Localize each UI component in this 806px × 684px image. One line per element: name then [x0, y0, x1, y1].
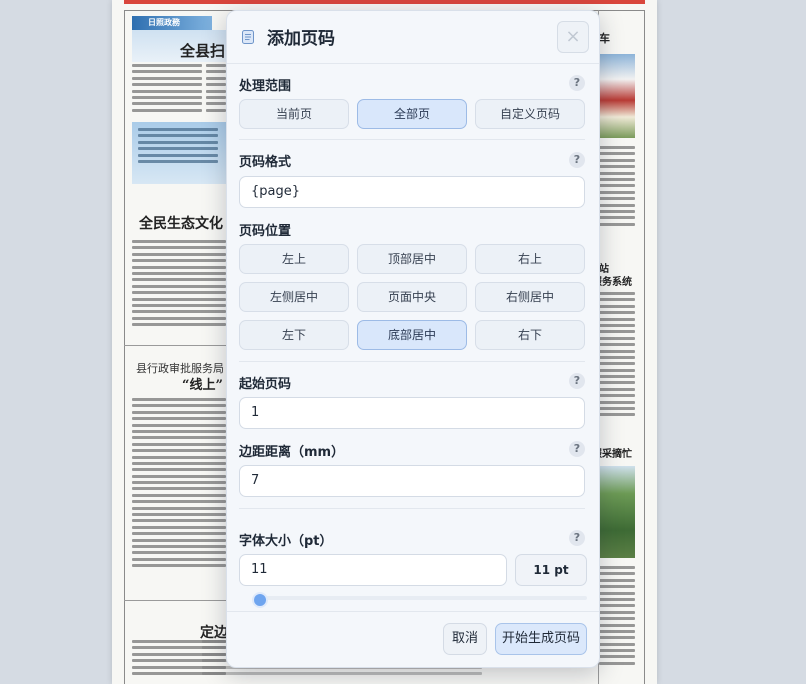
dialog-header: 添加页码 × [227, 11, 599, 64]
position-top-right[interactable]: 右上 [475, 244, 585, 274]
close-icon: × [565, 26, 581, 47]
article-text-6 [599, 146, 635, 229]
scope-option-custom-pages[interactable]: 自定义页码 [475, 99, 585, 129]
font-size-input[interactable]: 11 [239, 554, 507, 586]
bus-photo [599, 54, 635, 138]
close-button[interactable]: × [557, 21, 589, 53]
headline-3: 定边 [200, 625, 228, 641]
article-text-7 [599, 292, 635, 420]
feature-title-line-2: “线上” [182, 378, 223, 393]
margin-help-icon[interactable]: ? [569, 441, 585, 457]
position-bottom-right[interactable]: 右下 [475, 320, 585, 350]
section-divider [239, 508, 585, 509]
article-text-8 [599, 566, 635, 668]
position-page-center[interactable]: 页面中央 [357, 282, 467, 312]
page-top-accent-bar [124, 0, 645, 4]
position-top-center[interactable]: 顶部居中 [357, 244, 467, 274]
field-photo [599, 466, 635, 558]
position-label: 页码位置 [239, 224, 292, 239]
format-label: 页码格式 [239, 155, 292, 170]
page-format-input[interactable]: {page} [239, 176, 585, 208]
scope-option-current-page[interactable]: 当前页 [239, 99, 349, 129]
document-icon [242, 30, 254, 44]
masthead-label: 日照政務 [148, 18, 180, 27]
position-middle-left[interactable]: 左侧居中 [239, 282, 349, 312]
right-column-label-1: 车 [599, 32, 610, 45]
font-size-slider-thumb[interactable] [252, 592, 268, 608]
start-page-help-icon[interactable]: ? [569, 373, 585, 389]
section-rule [124, 345, 226, 346]
section-divider [239, 139, 585, 140]
headline-1: 全县扫 [180, 42, 226, 60]
font-size-value-badge: 11 pt [515, 554, 587, 586]
start-page-input[interactable]: 1 [239, 397, 585, 429]
article-text-1 [132, 64, 202, 115]
section-rule [124, 600, 226, 601]
margin-input[interactable]: 7 [239, 465, 585, 497]
scope-label: 处理范围 [239, 79, 292, 94]
add-page-number-dialog: 添加页码 × 处理范围 ? 当前页 全部页 自定义页码 页码格式 ? {page… [226, 10, 600, 668]
cancel-button[interactable]: 取消 [443, 623, 487, 655]
font-size-slider-track[interactable] [253, 596, 587, 600]
start-page-label: 起始页码 [239, 377, 292, 392]
section-divider [239, 361, 585, 362]
position-middle-right[interactable]: 右侧居中 [475, 282, 585, 312]
article-text-4 [132, 398, 226, 571]
margin-label: 边距距离（mm） [239, 445, 345, 460]
position-bottom-left[interactable]: 左下 [239, 320, 349, 350]
font-size-label: 字体大小（pt） [239, 534, 333, 549]
position-top-left[interactable]: 左上 [239, 244, 349, 274]
article-text-3 [132, 240, 226, 329]
footer-divider [227, 611, 599, 612]
format-help-icon[interactable]: ? [569, 152, 585, 168]
position-bottom-center[interactable]: 底部居中 [357, 320, 467, 350]
scope-option-all-pages[interactable]: 全部页 [357, 99, 467, 129]
dialog-title: 添加页码 [267, 29, 335, 49]
article-photo-left [132, 122, 226, 184]
headline-2: 全民生态文化 [139, 216, 223, 232]
font-size-help-icon[interactable]: ? [569, 530, 585, 546]
generate-page-numbers-button[interactable]: 开始生成页码 [495, 623, 587, 655]
scope-help-icon[interactable]: ? [569, 75, 585, 91]
article-text-2 [206, 64, 226, 115]
